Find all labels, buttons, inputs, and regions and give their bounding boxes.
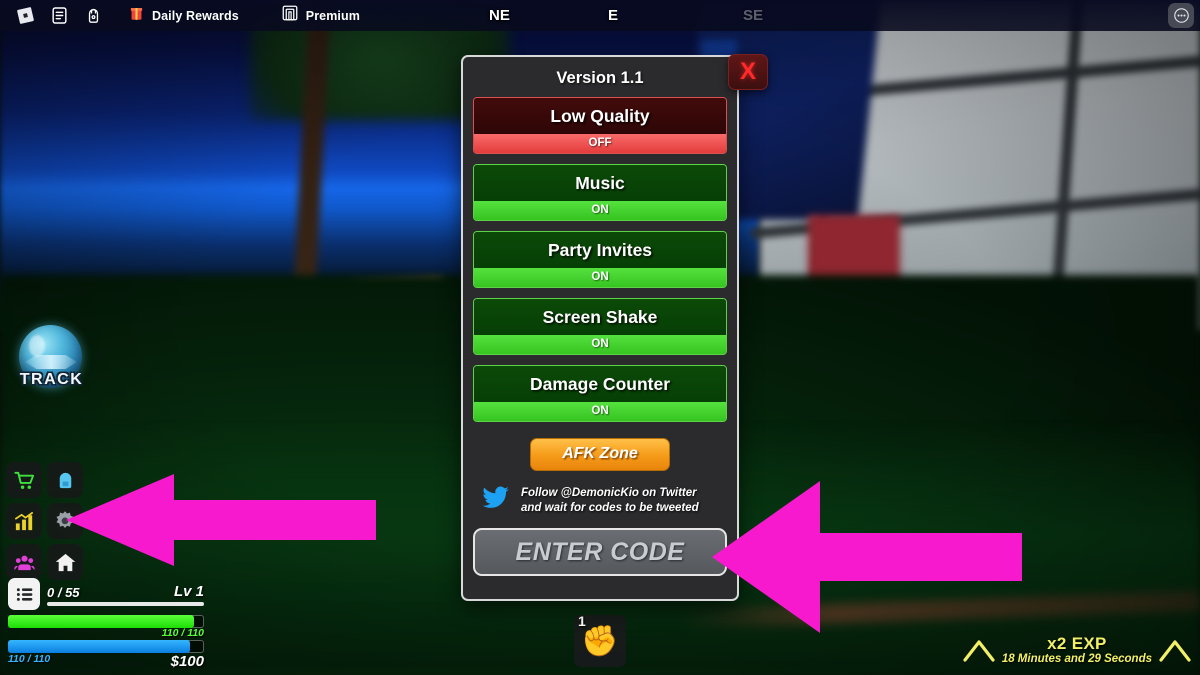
settings-panel: X Version 1.1 Low Quality OFF Music ON P… — [461, 54, 768, 601]
twitter-notice: Follow @DemonicKio on Twitter and wait f… — [473, 483, 727, 528]
enter-code-field[interactable]: ENTER CODE — [473, 528, 727, 576]
hotbar-slot-number: 1 — [578, 613, 586, 629]
chevron-up-icon — [962, 637, 996, 663]
panel-title: Version 1.1 — [556, 69, 644, 87]
track-label: TRACK — [19, 371, 84, 388]
premium-button[interactable]: Premium — [273, 0, 372, 31]
annotation-arrow-right — [712, 481, 1022, 633]
close-button[interactable]: X — [728, 54, 768, 90]
toggle-label: Screen Shake — [474, 299, 726, 335]
toggle-low-quality[interactable]: Low Quality OFF — [473, 97, 727, 154]
backpack-icon[interactable] — [76, 0, 110, 31]
toggle-state: ON — [474, 335, 726, 354]
toggle-state: ON — [474, 268, 726, 287]
annotation-arrow-left — [66, 474, 376, 566]
compass-dir-se: SE — [743, 7, 764, 24]
more-options-button[interactable] — [1168, 3, 1194, 28]
premium-label: Premium — [305, 8, 360, 23]
roblox-top-bar: Daily Rewards Premium NE E SE — [0, 0, 1200, 31]
toggle-label: Party Invites — [474, 232, 726, 268]
toggle-screen-shake[interactable]: Screen Shake ON — [473, 298, 727, 355]
toggle-state: ON — [474, 402, 726, 421]
hotbar: 1 ✊ — [574, 613, 626, 667]
fist-icon: ✊ — [581, 624, 619, 658]
cash-value: $100 — [170, 653, 204, 670]
toggle-damage-counter[interactable]: Damage Counter ON — [473, 365, 727, 422]
toggle-label: Low Quality — [474, 98, 726, 134]
xp-progress-bar — [47, 601, 204, 606]
compass-dir-ne: NE — [489, 7, 510, 24]
premium-icon — [281, 4, 299, 27]
stamina-row: 110 / 110 $100 — [8, 640, 204, 670]
health-row: 110 / 110 — [8, 615, 204, 639]
xp-value: 0 / 55 — [47, 584, 80, 600]
afk-zone-button[interactable]: AFK Zone — [530, 438, 670, 471]
friends-group-icon[interactable] — [6, 544, 42, 580]
roblox-logo-icon[interactable] — [8, 0, 42, 31]
chevron-up-icon — [1158, 637, 1192, 663]
health-bar — [8, 615, 204, 628]
exp-multiplier-badge: x2 EXP 18 Minutes and 29 Seconds — [962, 634, 1192, 665]
daily-rewards-button[interactable]: Daily Rewards — [120, 0, 251, 31]
track-button[interactable]: TRACK — [19, 325, 84, 400]
shop-cart-icon[interactable] — [6, 462, 42, 498]
health-value: 110 / 110 — [161, 627, 204, 639]
twitter-line-1: Follow @DemonicKio on Twitter — [521, 486, 697, 499]
menu-icon[interactable] — [42, 0, 76, 31]
toggle-label: Music — [474, 165, 726, 201]
exp-timer: 18 Minutes and 29 Seconds — [1001, 653, 1152, 665]
twitter-line-2: and wait for codes to be tweeted — [521, 501, 699, 514]
stamina-bar — [8, 640, 204, 653]
exp-multiplier-title: x2 EXP — [1047, 634, 1107, 653]
toggle-party-invites[interactable]: Party Invites ON — [473, 231, 727, 288]
stats-chart-icon[interactable] — [6, 503, 42, 539]
gift-icon — [128, 4, 145, 27]
toggle-state: ON — [474, 201, 726, 220]
daily-rewards-label: Daily Rewards — [152, 8, 239, 23]
toggle-music[interactable]: Music ON — [473, 164, 727, 221]
hotbar-slot-1[interactable]: 1 ✊ — [574, 613, 626, 667]
quests-list-icon[interactable] — [8, 578, 40, 610]
toggle-label: Damage Counter — [474, 366, 726, 402]
twitter-bird-icon — [477, 483, 513, 518]
toggle-state: OFF — [474, 134, 726, 153]
compass-dir-e: E — [608, 7, 619, 24]
player-stats-hud: 0 / 55 Lv 1 110 / 110 110 / 110 $100 — [8, 578, 204, 670]
level-value: Lv 1 — [173, 582, 204, 600]
stamina-value: 110 / 110 — [8, 653, 51, 665]
